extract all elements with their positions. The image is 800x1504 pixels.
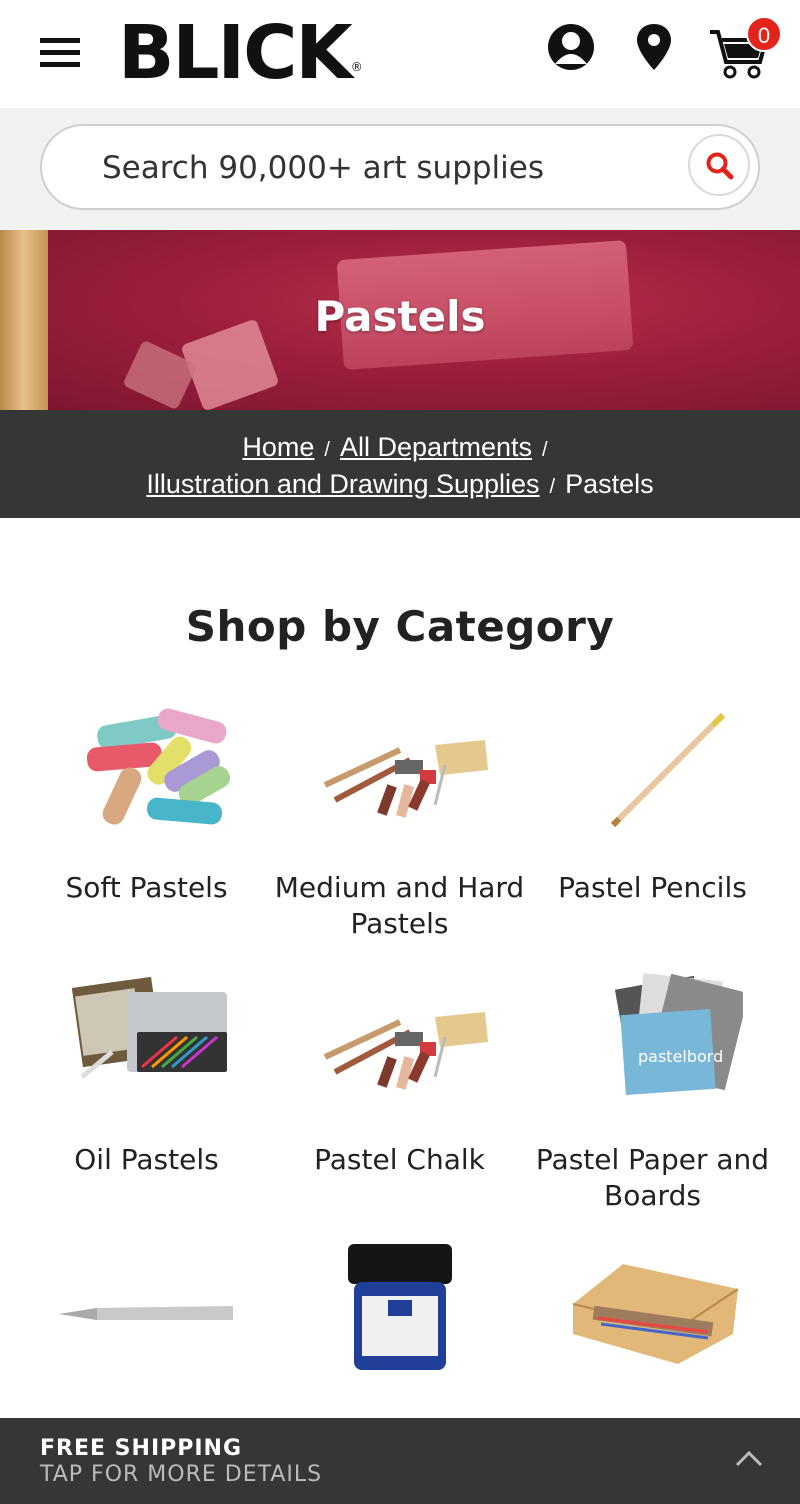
cart-count-badge[interactable]: 0 [746, 16, 782, 52]
wooden-box-image [563, 1234, 743, 1384]
category-tile-oil-pastels[interactable]: Oil Pastels [20, 962, 273, 1178]
location-pin-icon[interactable] [634, 22, 674, 77]
user-icon[interactable] [546, 22, 596, 77]
category-tile-soft-pastels[interactable]: Soft Pastels [20, 690, 273, 906]
search-button[interactable] [688, 134, 750, 196]
category-label: Pastel Paper and Boards [535, 1143, 770, 1212]
svg-text:pastelbord: pastelbord [638, 1047, 723, 1066]
page-title: Pastels [314, 292, 486, 341]
shop-by-category-heading: Shop by Category [185, 602, 615, 651]
breadcrumb-separator: / [549, 476, 556, 498]
hero-banner: Pastels [0, 230, 800, 410]
search-icon [706, 152, 734, 180]
free-shipping-subtitle: TAP FOR MORE DETAILS [40, 1462, 323, 1487]
blending-stump-image [57, 1234, 237, 1384]
category-tile-pastel-paper-boards[interactable]: pastelbord Pastel Paper and Boards [526, 962, 779, 1214]
breadcrumb-separator: / [324, 439, 330, 461]
category-label: Pastel Chalk [314, 1143, 485, 1176]
search-bar [0, 108, 800, 230]
category-tile-primer[interactable] [273, 1234, 526, 1414]
search-input[interactable] [102, 144, 662, 192]
breadcrumb-separator: / [542, 439, 548, 461]
category-label: Medium and Hard Pastels [274, 871, 525, 940]
pastel-pencils-image [563, 690, 743, 840]
blick-logo[interactable]: BLICK ® [118, 10, 363, 96]
category-label: Soft Pastels [65, 871, 228, 904]
breadcrumb-current: Pastels [565, 469, 654, 499]
logo-registered-mark: ® [350, 60, 363, 74]
site-header: BLICK ® 0 [0, 0, 800, 108]
category-tile-blending-stump[interactable] [20, 1234, 273, 1414]
menu-icon[interactable] [40, 38, 80, 70]
primer-jar-image [310, 1234, 490, 1384]
category-tile-pastel-pencils[interactable]: Pastel Pencils [526, 690, 779, 906]
category-tile-pastel-chalk[interactable]: Pastel Chalk [273, 962, 526, 1178]
pastel-paper-boards-image: pastelbord [563, 962, 749, 1112]
breadcrumb-illustration-drawing[interactable]: Illustration and Drawing Supplies [146, 469, 539, 499]
search-box [40, 124, 760, 210]
soft-pastels-image [57, 690, 237, 840]
category-label: Oil Pastels [74, 1143, 219, 1176]
pastel-chalk-image [310, 962, 490, 1112]
oil-pastels-image [57, 962, 237, 1112]
logo-text: BLICK [118, 10, 353, 96]
category-tile-storage-box[interactable] [526, 1234, 779, 1414]
breadcrumb: Home / All Departments / Illustration and D… [0, 410, 800, 518]
free-shipping-title: FREE SHIPPING [40, 1436, 243, 1461]
chevron-up-icon[interactable] [734, 1448, 764, 1473]
breadcrumb-home[interactable]: Home [242, 432, 314, 462]
breadcrumb-all-departments[interactable]: All Departments [340, 432, 532, 462]
free-shipping-bar[interactable]: FREE SHIPPING TAP FOR MORE DETAILS [0, 1418, 800, 1504]
category-label: Pastel Pencils [558, 871, 747, 904]
category-tile-medium-hard-pastels[interactable]: Medium and Hard Pastels [273, 690, 526, 942]
medium-hard-pastels-image [310, 690, 490, 840]
